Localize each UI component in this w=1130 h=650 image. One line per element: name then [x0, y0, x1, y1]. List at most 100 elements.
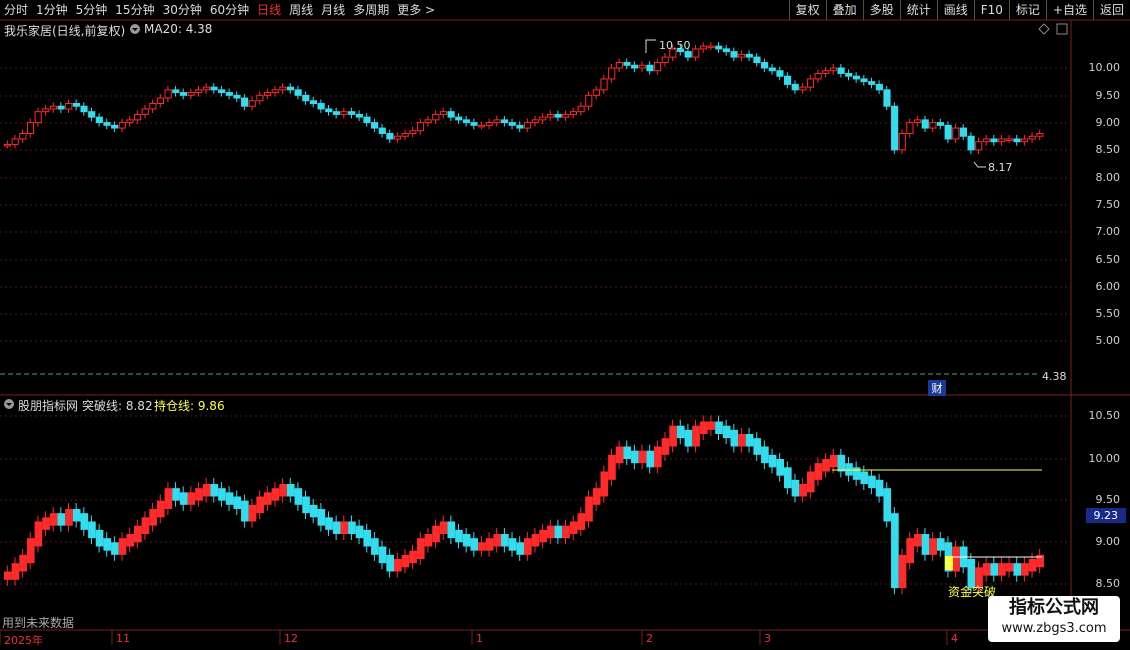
- indicator-bar: [753, 438, 762, 455]
- candle-body: [944, 124, 952, 140]
- candle-body: [776, 70, 784, 77]
- candle-body: [860, 78, 868, 83]
- candle-body: [501, 119, 509, 124]
- indicator-bar: [531, 534, 540, 547]
- candle-body: [1021, 138, 1029, 143]
- candle-body: [88, 111, 96, 118]
- indicator-bar: [187, 492, 196, 505]
- candle-body: [554, 113, 562, 118]
- candle-body: [325, 108, 333, 113]
- indicator-bar: [914, 534, 922, 547]
- indicator-bar: [829, 454, 838, 468]
- indicator-collapse-icon[interactable]: [3, 398, 15, 413]
- indicator-bar: [784, 467, 792, 489]
- candle-body: [195, 89, 203, 94]
- candle-body: [929, 122, 937, 129]
- indicator-bar: [539, 529, 547, 543]
- candle-body: [340, 111, 348, 115]
- watermark-line1: 指标公式网: [1009, 597, 1099, 618]
- indicator-bar: [156, 500, 165, 518]
- indicator-bar: [363, 529, 372, 547]
- indicator-bar: [722, 425, 731, 439]
- diamond-icon[interactable]: [1038, 23, 1050, 35]
- candle-body: [852, 75, 860, 80]
- candle-body: [279, 86, 287, 91]
- candle-body: [218, 89, 226, 94]
- indicator-bar: [470, 538, 479, 551]
- time-axis-label: 2025年: [4, 634, 43, 647]
- candle-body: [348, 111, 356, 115]
- indicator-bar: [799, 484, 807, 497]
- candle-body: [432, 113, 440, 121]
- indicator-bar: [149, 509, 157, 526]
- candle-body: [623, 62, 631, 66]
- kline-chart[interactable]: [0, 0, 1130, 650]
- indicator-bar: [730, 429, 739, 447]
- indicator-bar: [592, 488, 601, 505]
- candle-body: [416, 122, 425, 132]
- candle-body: [569, 111, 578, 115]
- indicator-bar: [256, 496, 264, 514]
- indicator-bar: [585, 496, 593, 522]
- indicator-bar: [615, 446, 624, 464]
- candle-body: [791, 83, 799, 91]
- indicator-bar: [707, 421, 716, 430]
- indicator-bar: [868, 475, 876, 489]
- finance-badge[interactable]: 财: [928, 380, 946, 396]
- window-box-icon[interactable]: [1056, 23, 1068, 35]
- indicator-bar: [654, 446, 662, 468]
- candle-body: [286, 86, 295, 91]
- candle-body: [401, 133, 409, 137]
- candle-body: [646, 64, 654, 72]
- main-y-tick: 10.00: [1088, 61, 1121, 74]
- indicator-bar: [822, 459, 830, 472]
- future-data-note: 用到未来数据: [2, 616, 75, 630]
- time-axis-label: 3: [764, 632, 771, 645]
- indicator-bar: [478, 542, 486, 551]
- indicator-bar: [1028, 559, 1037, 572]
- indicator-bar: [248, 504, 257, 522]
- main-y-tick: 9.50: [1095, 89, 1121, 102]
- candle-body: [684, 51, 692, 58]
- indicator-bar: [883, 488, 892, 522]
- candle-body: [959, 127, 968, 137]
- indicator-bar: [455, 529, 463, 543]
- indicator-bar: [990, 563, 999, 576]
- candle-body: [118, 122, 126, 129]
- indicator-bar: [325, 517, 333, 530]
- candle-body: [975, 141, 983, 151]
- indicator-bar: [1021, 563, 1029, 576]
- candle-body: [822, 70, 830, 74]
- candle-body: [447, 111, 455, 118]
- indicator-y-tick: 10.00: [1088, 452, 1121, 465]
- indicator-bar: [462, 534, 471, 547]
- candle-body: [103, 122, 111, 126]
- candle-body: [179, 92, 188, 96]
- candle-body: [493, 119, 501, 124]
- candle-body: [210, 86, 218, 91]
- candle-body: [539, 116, 547, 121]
- candle-body: [371, 122, 379, 129]
- indicator-bar: [348, 521, 356, 534]
- main-grid: [0, 67, 1071, 342]
- candle-body: [49, 105, 58, 110]
- indicator-bar: [409, 550, 417, 564]
- candle-body: [898, 133, 906, 151]
- indicator-y-tick: 9.00: [1095, 535, 1121, 548]
- indicator-bar: [982, 563, 991, 576]
- current-value-badge: 9.23: [1085, 508, 1126, 523]
- candle-body: [1005, 138, 1013, 141]
- indicator-bar: [218, 488, 226, 501]
- indicator-bar: [929, 538, 937, 555]
- indicator-bar: [485, 538, 494, 551]
- indicator-bar: [118, 538, 127, 555]
- indicator-bar: [401, 554, 410, 568]
- candle-body: [936, 122, 945, 126]
- indicator-bar: [34, 521, 43, 547]
- collapse-icon[interactable]: [129, 23, 141, 38]
- candle-body: [631, 64, 639, 69]
- indicator-bar: [210, 484, 219, 497]
- candle-body: [738, 53, 746, 58]
- candle-body: [891, 105, 899, 151]
- candle-body: [65, 102, 73, 110]
